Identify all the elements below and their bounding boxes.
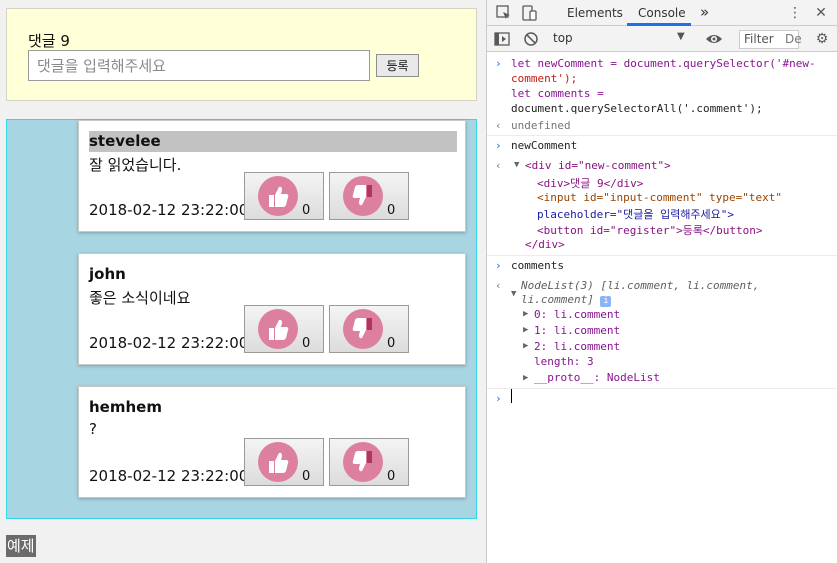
clear-console-icon[interactable] <box>522 30 540 48</box>
nodelist-length: length: 3 <box>534 355 594 368</box>
thumbs-up-icon <box>258 309 298 349</box>
comment-date: 2018-02-12 23:22:00 <box>89 201 249 219</box>
expand-triangle-icon[interactable]: ▶ <box>523 309 528 319</box>
tab-elements[interactable]: Elements <box>567 6 623 20</box>
dropdown-arrow-icon[interactable]: ▼ <box>677 31 685 42</box>
comment-author: hemhem <box>89 398 162 416</box>
expand-triangle-icon[interactable]: ▶ <box>523 325 528 335</box>
thumbs-up-icon <box>258 442 298 482</box>
like-count: 0 <box>302 203 311 218</box>
comment-item: stevelee 잘 읽었습니다. 2018-02-12 23:22:00 0 … <box>78 120 466 232</box>
console-input-line: let newComment = document.querySelector(… <box>511 57 816 70</box>
nodelist-proto[interactable]: __proto__: NodeList <box>534 371 660 384</box>
nodelist-summary: li.comment] i <box>521 293 612 307</box>
device-toolbar-icon[interactable] <box>520 4 538 22</box>
input-prompt-icon: › <box>495 259 502 272</box>
dom-node-line: <div>댓글 9</div> <box>537 177 644 190</box>
close-icon[interactable]: ✕ <box>812 4 830 22</box>
inspect-element-icon[interactable] <box>495 4 513 22</box>
separator <box>487 135 837 136</box>
log-levels-selector[interactable]: De <box>785 32 802 46</box>
console-input-line: let comments = <box>511 87 604 100</box>
comment-count-title: 댓글 9 <box>28 32 70 50</box>
input-prompt-icon: › <box>495 392 502 405</box>
console-prompt-cursor[interactable] <box>511 389 512 403</box>
example-label: 예제 <box>6 535 36 557</box>
comment-text: 잘 읽었습니다. <box>89 156 182 174</box>
console-input-line: comments <box>511 259 564 272</box>
comment-item: john 좋은 소식이네요 2018-02-12 23:22:00 0 0 <box>78 253 466 365</box>
like-button[interactable]: 0 <box>244 438 324 486</box>
new-comment-box: 댓글 9 등록 <box>6 8 477 101</box>
dislike-button[interactable]: 0 <box>329 438 409 486</box>
comment-list: stevelee 잘 읽었습니다. 2018-02-12 23:22:00 0 … <box>6 119 477 519</box>
like-count: 0 <box>302 469 311 484</box>
comment-text: 좋은 소식이네요 <box>89 289 191 307</box>
expand-triangle-icon[interactable]: ▶ <box>523 341 528 351</box>
comment-author: john <box>89 265 126 283</box>
dislike-button[interactable]: 0 <box>329 172 409 220</box>
comment-input[interactable] <box>28 50 370 81</box>
sidebar-toggle-icon[interactable] <box>493 30 511 48</box>
comment-author: stevelee <box>89 131 457 152</box>
more-tabs-button[interactable]: » <box>700 3 709 21</box>
nodelist-summary-end: li.comment] <box>521 293 594 306</box>
comment-date: 2018-02-12 23:22:00 <box>89 467 249 485</box>
dom-node-line: <button id="register">등록</button> <box>537 224 763 237</box>
devtools-toolbar: Elements Console » ⋮ ✕ <box>487 0 837 26</box>
tab-console[interactable]: Console <box>638 6 686 20</box>
dom-node-line[interactable]: <div id="new-comment"> <box>525 159 671 172</box>
info-icon: i <box>600 296 612 307</box>
console-input-line: comment'); <box>511 72 578 85</box>
expand-triangle-icon[interactable]: ▶ <box>523 373 528 383</box>
dom-node-line: </div> <box>525 238 565 251</box>
comment-text: ? <box>89 420 97 438</box>
like-button[interactable]: 0 <box>244 172 324 220</box>
nodelist-summary[interactable]: NodeList(3) [li.comment, li.comment, <box>521 279 759 292</box>
gear-icon[interactable]: ⚙ <box>813 30 831 48</box>
separator <box>487 388 837 389</box>
thumbs-down-icon <box>343 442 383 482</box>
nodelist-entry[interactable]: 2: li.comment <box>534 340 620 353</box>
devtools-panel: Elements Console » ⋮ ✕ top ▼ Filter De ⚙… <box>486 0 837 563</box>
console-output: › let newComment = document.querySelecto… <box>487 53 837 563</box>
thumbs-down-icon <box>343 176 383 216</box>
result-arrow-icon: ‹ <box>495 279 502 292</box>
input-prompt-icon: › <box>495 57 502 70</box>
expand-triangle-icon[interactable]: ▼ <box>514 160 519 170</box>
dom-node-line: <input id="input-comment" type="text" <box>537 191 783 204</box>
eye-icon[interactable] <box>705 30 723 48</box>
dislike-count: 0 <box>387 203 396 218</box>
separator <box>487 255 837 256</box>
filter-placeholder: Filter <box>744 32 774 46</box>
dislike-count: 0 <box>387 336 396 351</box>
dislike-count: 0 <box>387 469 396 484</box>
like-count: 0 <box>302 336 311 351</box>
like-button[interactable]: 0 <box>244 305 324 353</box>
nodelist-entry[interactable]: 0: li.comment <box>534 308 620 321</box>
console-input-line: document.querySelectorAll('.comment'); <box>511 102 763 115</box>
comment-item: hemhem ? 2018-02-12 23:22:00 0 0 <box>78 386 466 498</box>
dislike-button[interactable]: 0 <box>329 305 409 353</box>
kebab-menu-icon[interactable]: ⋮ <box>786 4 804 22</box>
result-arrow-icon: ‹ <box>495 159 502 172</box>
expand-triangle-icon[interactable]: ▼ <box>511 289 516 299</box>
nodelist-entry[interactable]: 1: li.comment <box>534 324 620 337</box>
code-text: let newComment = document.querySelector(… <box>511 57 816 70</box>
context-selector[interactable]: top <box>553 31 573 45</box>
thumbs-up-icon <box>258 176 298 216</box>
console-toolbar: top ▼ Filter De ⚙ <box>487 26 837 52</box>
console-input-line: newComment <box>511 139 578 152</box>
page-viewport: 댓글 9 등록 stevelee 잘 읽었습니다. 2018-02-12 23:… <box>0 0 486 563</box>
comment-date: 2018-02-12 23:22:00 <box>89 334 249 352</box>
dom-node-line: placeholder="댓글을 입력해주세요"> <box>537 208 735 221</box>
result-arrow-icon: ‹ <box>495 119 502 132</box>
thumbs-down-icon <box>343 309 383 349</box>
console-result: undefined <box>511 119 571 132</box>
input-prompt-icon: › <box>495 139 502 152</box>
register-button[interactable]: 등록 <box>376 54 419 77</box>
